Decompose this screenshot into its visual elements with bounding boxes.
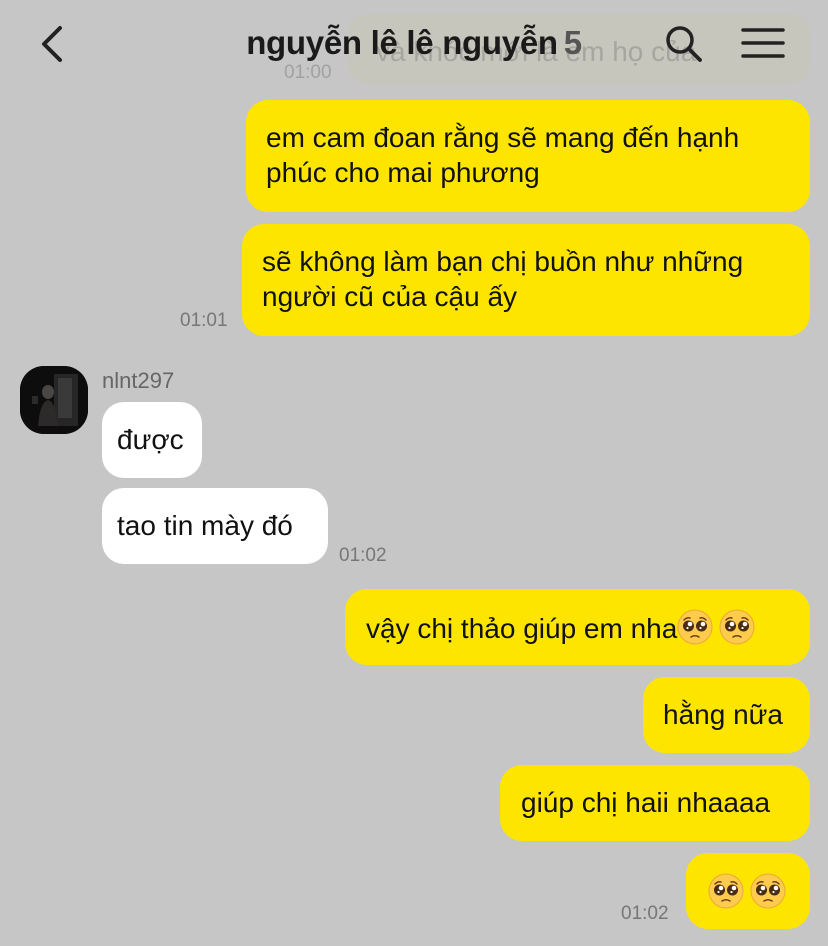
pleading-face-emoji-icon bbox=[708, 873, 744, 909]
chat-name: nguyễn lê lê nguyễn bbox=[246, 24, 558, 61]
search-button[interactable] bbox=[664, 22, 704, 66]
my-message-bubble[interactable]: vậy chị thảo giúp em nha bbox=[345, 589, 810, 665]
message-text: được bbox=[117, 424, 184, 455]
pleading-face-emoji-icon bbox=[677, 609, 713, 645]
chat-header: nguyễn lê lê nguyễn 5 bbox=[0, 0, 828, 92]
message-time: 01:01 bbox=[180, 310, 228, 331]
message-text-line: em cam đoan rằng sẽ mang đến hạnh bbox=[266, 122, 740, 153]
message-text: hằng nữa bbox=[663, 699, 783, 730]
avatar-image bbox=[20, 366, 88, 434]
message-text-line: sẽ không làm bạn chị buồn như những bbox=[262, 246, 744, 277]
my-message-bubble[interactable]: giúp chị haii nhaaaa bbox=[500, 765, 810, 841]
their-message-bubble[interactable]: tao tin mày đó bbox=[102, 488, 328, 564]
message-text: tao tin mày đó bbox=[117, 510, 293, 541]
message-text-line: người cũ của cậu ấy bbox=[262, 281, 518, 312]
pleading-face-emoji-icon bbox=[750, 873, 786, 909]
avatar[interactable] bbox=[20, 366, 88, 434]
search-icon bbox=[666, 26, 702, 62]
message-time: 01:02 bbox=[621, 903, 669, 924]
my-message-bubble[interactable]: hằng nữa bbox=[643, 677, 810, 753]
my-message-bubble[interactable]: sẽ không làm bạn chị buồn như những ngườ… bbox=[242, 224, 810, 336]
message-time: 01:02 bbox=[339, 545, 387, 566]
my-message-bubble[interactable]: em cam đoan rằng sẽ mang đến hạnh phúc c… bbox=[246, 100, 810, 212]
message-text: giúp chị haii nhaaaa bbox=[521, 787, 771, 818]
my-message-bubble[interactable] bbox=[686, 853, 810, 929]
member-count: 5 bbox=[563, 24, 582, 61]
message-text: vậy chị thảo giúp em nha bbox=[366, 613, 678, 644]
sender-name: nlnt297 bbox=[102, 368, 175, 393]
their-message-bubble[interactable]: được bbox=[102, 402, 202, 478]
hamburger-menu-icon bbox=[741, 28, 785, 58]
menu-button[interactable] bbox=[740, 24, 786, 64]
message-text-line: phúc cho mai phương bbox=[266, 157, 540, 188]
pleading-face-emoji-icon bbox=[719, 609, 755, 645]
